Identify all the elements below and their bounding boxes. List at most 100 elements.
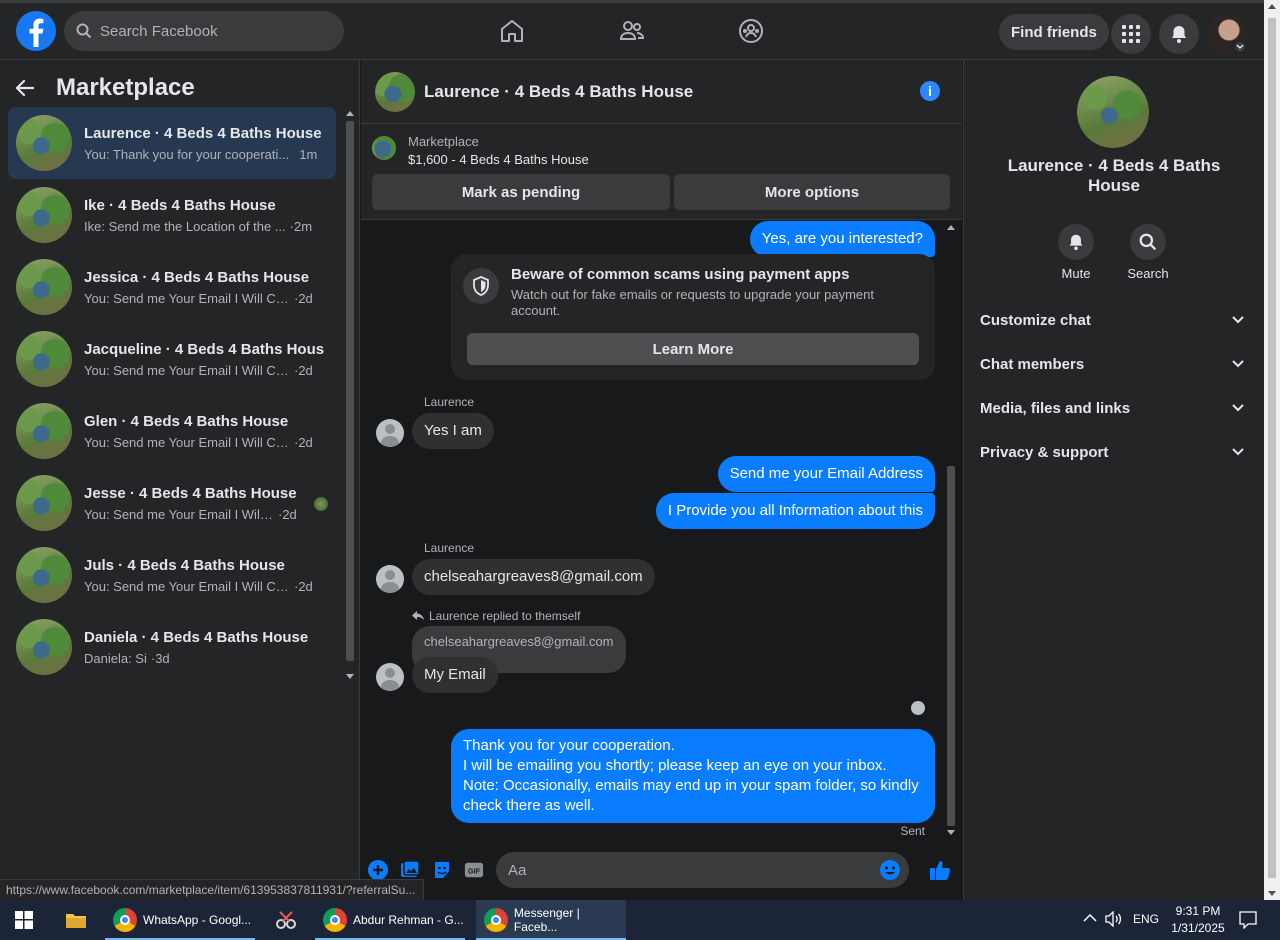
scroll-up-icon[interactable] bbox=[1268, 4, 1276, 9]
conversation-item[interactable]: Jesse · 4 Beds 4 Baths House You: Send m… bbox=[8, 467, 336, 539]
message-composer: GIF bbox=[361, 846, 962, 900]
listing-thumbnail bbox=[16, 475, 72, 531]
conversation-snippet: You: Send me Your Email I Will Con... bbox=[84, 290, 290, 306]
conversation-snippet: Ike: Send me the Location of the ... bbox=[84, 218, 286, 234]
groups-icon[interactable] bbox=[736, 16, 766, 46]
conversation-list-scrollbar[interactable] bbox=[343, 107, 357, 683]
more-options-button[interactable]: More options bbox=[674, 174, 950, 210]
windows-start-icon[interactable] bbox=[6, 900, 42, 940]
customize-chat-section[interactable]: Customize chat bbox=[972, 300, 1252, 340]
listing-thumbnail[interactable] bbox=[375, 71, 415, 112]
outgoing-message[interactable]: Yes, are you interested? bbox=[749, 221, 935, 257]
listing-thumbnail[interactable] bbox=[372, 136, 396, 160]
chrome-icon bbox=[484, 908, 508, 932]
search-icon bbox=[1130, 224, 1166, 260]
thumbs-up-icon[interactable] bbox=[929, 859, 951, 881]
conversation-item[interactable]: Jessica · 4 Beds 4 Baths House You: Send… bbox=[8, 251, 336, 323]
chat-title[interactable]: Laurence · 4 Beds 4 Baths House bbox=[424, 82, 693, 102]
chat-panel: Laurence · 4 Beds 4 Baths House i Market… bbox=[361, 60, 962, 900]
chevron-down-icon bbox=[1232, 316, 1244, 324]
conversation-time: ·3d bbox=[150, 650, 170, 666]
privacy-support-section[interactable]: Privacy & support bbox=[972, 432, 1252, 472]
conversation-name: Ike · 4 Beds 4 Baths House bbox=[84, 196, 276, 214]
incoming-message[interactable]: My Email bbox=[412, 657, 498, 693]
scrollbar-thumb[interactable] bbox=[346, 121, 354, 661]
find-friends-button[interactable]: Find friends bbox=[999, 14, 1109, 50]
sender-name: Laurence bbox=[424, 541, 475, 555]
listing-thumbnail bbox=[16, 619, 72, 675]
listing-thumbnail bbox=[16, 403, 72, 459]
reply-arrow-icon bbox=[412, 611, 424, 620]
taskbar-abdur-chrome[interactable]: Abdur Rehman - G... bbox=[315, 900, 465, 940]
incoming-message[interactable]: chelseahargreaves8@gmail.com bbox=[412, 559, 655, 595]
chat-details-title: Laurence · 4 Beds 4 Baths House bbox=[1007, 156, 1221, 195]
mute-button[interactable]: Mute bbox=[1046, 224, 1106, 281]
listing-thumbnail[interactable] bbox=[1077, 76, 1149, 148]
menu-grid-icon[interactable] bbox=[1111, 14, 1151, 54]
seen-avatar bbox=[911, 701, 925, 715]
home-icon[interactable] bbox=[497, 16, 527, 46]
listing-thumbnail bbox=[16, 547, 72, 603]
back-arrow-icon[interactable] bbox=[16, 80, 34, 96]
message-input[interactable] bbox=[508, 861, 868, 879]
contact-avatar[interactable] bbox=[376, 419, 404, 447]
shield-icon bbox=[463, 268, 499, 304]
conversation-item[interactable]: Jacqueline · 4 Beds 4 Baths House You: S… bbox=[8, 323, 336, 395]
taskbar-messenger-chrome[interactable]: Messenger | Faceb... bbox=[476, 900, 626, 940]
language-indicator[interactable]: ENG bbox=[1133, 912, 1159, 926]
outgoing-message[interactable]: I Provide you all Information about this bbox=[655, 493, 935, 529]
conversation-item[interactable]: Laurence · 4 Beds 4 Baths House You: Tha… bbox=[8, 107, 336, 179]
outgoing-message[interactable]: Send me your Email Address bbox=[717, 456, 935, 492]
taskbar-whatsapp-chrome[interactable]: WhatsApp - Googl... bbox=[105, 900, 255, 940]
emoji-icon[interactable] bbox=[879, 859, 901, 881]
listing-price-title[interactable]: $1,600 - 4 Beds 4 Baths House bbox=[408, 152, 589, 167]
conversation-item[interactable]: Daniela · 4 Beds 4 Baths House Daniela: … bbox=[8, 611, 336, 683]
incoming-message[interactable]: Yes I am bbox=[412, 413, 494, 449]
conversation-item[interactable]: Ike · 4 Beds 4 Baths House Ike: Send me … bbox=[8, 179, 336, 251]
scroll-down-icon[interactable] bbox=[346, 674, 354, 679]
snipping-tool-icon[interactable] bbox=[266, 900, 306, 940]
scroll-down-icon[interactable] bbox=[1268, 891, 1276, 896]
scrollbar-thumb[interactable] bbox=[1268, 18, 1276, 878]
media-files-links-section[interactable]: Media, files and links bbox=[972, 388, 1252, 428]
mark-as-pending-button[interactable]: Mark as pending bbox=[372, 174, 670, 210]
page-scrollbar[interactable] bbox=[1264, 0, 1280, 900]
search-chat-button[interactable]: Search bbox=[1118, 224, 1178, 281]
facebook-logo-icon[interactable] bbox=[16, 11, 56, 51]
conversation-time: ·2m bbox=[289, 218, 313, 234]
notifications-bell-icon[interactable] bbox=[1159, 14, 1199, 54]
learn-more-button[interactable]: Learn More bbox=[467, 333, 919, 365]
file-explorer-icon[interactable] bbox=[56, 900, 96, 940]
chevron-down-icon[interactable] bbox=[1233, 40, 1247, 54]
listing-thumbnail bbox=[16, 115, 72, 171]
chevron-up-icon[interactable] bbox=[1083, 912, 1097, 926]
system-clock[interactable]: 9:31 PM 1/31/2025 bbox=[1168, 903, 1228, 937]
notification-center-icon[interactable] bbox=[1239, 911, 1257, 932]
scroll-down-icon[interactable] bbox=[947, 830, 955, 835]
message-input-box[interactable] bbox=[496, 852, 909, 888]
scroll-up-icon[interactable] bbox=[947, 225, 955, 230]
conversation-name: Juls · 4 Beds 4 Baths House bbox=[84, 556, 285, 574]
contact-avatar[interactable] bbox=[376, 663, 404, 691]
app-window: Find friends Marketplace Laurence · 4 Be… bbox=[0, 0, 1280, 940]
marketplace-label: Marketplace bbox=[408, 134, 479, 149]
scroll-up-icon[interactable] bbox=[346, 111, 354, 116]
volume-icon[interactable] bbox=[1105, 910, 1123, 930]
chat-scrollbar[interactable] bbox=[944, 221, 958, 839]
sticker-icon[interactable] bbox=[432, 860, 452, 880]
gif-icon[interactable]: GIF bbox=[464, 860, 484, 880]
chat-members-section[interactable]: Chat members bbox=[972, 344, 1252, 384]
search-box[interactable] bbox=[64, 11, 344, 51]
info-icon[interactable]: i bbox=[920, 81, 940, 101]
outgoing-message[interactable]: Thank you for your cooperation. I will b… bbox=[451, 729, 935, 823]
plus-icon[interactable] bbox=[368, 860, 388, 880]
friends-icon[interactable] bbox=[617, 16, 647, 46]
conversation-item[interactable]: Glen · 4 Beds 4 Baths House You: Send me… bbox=[8, 395, 336, 467]
contact-avatar[interactable] bbox=[376, 565, 404, 593]
photo-icon[interactable] bbox=[400, 860, 420, 880]
scrollbar-thumb[interactable] bbox=[947, 466, 955, 826]
conversation-item[interactable]: Juls · 4 Beds 4 Baths House You: Send me… bbox=[8, 539, 336, 611]
conversation-time: ·2d bbox=[294, 434, 313, 450]
search-input[interactable] bbox=[100, 22, 320, 40]
scam-warning-description: Watch out for fake emails or requests to… bbox=[511, 287, 874, 318]
